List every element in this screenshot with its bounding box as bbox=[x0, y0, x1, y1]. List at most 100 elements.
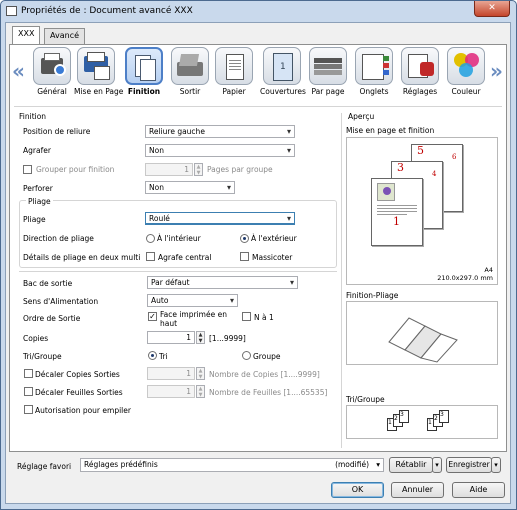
page-number-3: 3 bbox=[397, 161, 404, 174]
groupe-radio[interactable] bbox=[242, 351, 251, 360]
sens-select[interactable]: Auto bbox=[147, 294, 238, 307]
enregistrer-menu-button[interactable]: ▾ bbox=[491, 457, 501, 473]
grouper-input[interactable]: 1 bbox=[145, 163, 193, 176]
sort-page-icon: 3 bbox=[439, 410, 449, 423]
decaler-feuilles-input[interactable]: 1 bbox=[147, 385, 195, 398]
ribbon-couvertures-label: Couvertures bbox=[260, 87, 306, 96]
page-number-5: 5 bbox=[417, 144, 424, 157]
sortie-divider bbox=[19, 271, 337, 272]
ribbon-onglets-label: Onglets bbox=[359, 87, 389, 96]
face-label: Face imprimée en haut bbox=[160, 310, 227, 328]
ribbon-onglets[interactable]: Onglets bbox=[352, 47, 396, 96]
annuler-button[interactable]: Annuler bbox=[391, 482, 444, 498]
autorisation-checkbox[interactable] bbox=[24, 405, 33, 414]
tri-label: Tri/Groupe bbox=[23, 352, 62, 361]
ribbon-papier-label: Papier bbox=[222, 87, 246, 96]
copies-spinner[interactable]: ▲ ▼ bbox=[196, 331, 205, 344]
decaler-copies-label: Décaler Copies Sorties bbox=[35, 370, 120, 379]
pliage-section-title: Pliage bbox=[26, 197, 53, 206]
preview-divider bbox=[341, 113, 342, 448]
agrafer-select[interactable]: Non bbox=[145, 144, 295, 157]
pliage-select[interactable]: Roulé bbox=[145, 212, 295, 225]
ribbon-sortir[interactable]: Sortir bbox=[168, 47, 212, 96]
sens-label: Sens d'Alimentation bbox=[23, 297, 99, 306]
autorisation-label: Autorisation pour empiler bbox=[35, 406, 131, 415]
perforer-select[interactable]: Non bbox=[145, 181, 235, 194]
ribbon-reglages[interactable]: Réglages bbox=[398, 47, 442, 96]
fold-preview bbox=[346, 301, 498, 365]
direction-label: Direction de pliage bbox=[23, 234, 94, 243]
grouper-checkbox[interactable] bbox=[23, 165, 32, 174]
decaler-feuilles-label: Décaler Feuilles Sorties bbox=[35, 388, 123, 397]
agrafer-label: Agrafer bbox=[23, 146, 51, 155]
grouper-spinner[interactable]: ▲ ▼ bbox=[194, 163, 203, 176]
folded-paper-icon bbox=[388, 317, 458, 363]
sort-page-icon: 3 bbox=[399, 410, 409, 423]
paper-icon bbox=[215, 47, 253, 85]
na1-checkbox[interactable] bbox=[242, 312, 251, 321]
settings-icon bbox=[401, 47, 439, 85]
decaler-feuilles-checkbox[interactable] bbox=[24, 387, 33, 396]
decaler-copies-checkbox[interactable] bbox=[24, 369, 33, 378]
flower-image-icon bbox=[377, 183, 395, 201]
ribbon-divider bbox=[14, 106, 502, 107]
favori-select[interactable]: Réglages prédéfinis (modifié) ▾ bbox=[80, 458, 384, 472]
mise-label: Mise en page et finition bbox=[346, 126, 435, 135]
decaler-copies-spinner[interactable]: ▲ ▼ bbox=[196, 367, 205, 380]
bac-select[interactable]: Par défaut bbox=[147, 276, 298, 289]
agrafe-central-checkbox[interactable] bbox=[146, 252, 155, 261]
pliage-preview-label: Finition-Pliage bbox=[346, 291, 399, 300]
title-bar[interactable]: Propriétés de : Document avancé XXX ✕ bbox=[1, 1, 516, 23]
tab-avance[interactable]: Avancé bbox=[44, 28, 86, 44]
retablir-menu-button[interactable]: ▾ bbox=[432, 457, 442, 473]
dir-exterieur-radio[interactable] bbox=[240, 234, 249, 243]
ribbon-general[interactable]: Général bbox=[30, 47, 74, 96]
massicoter-checkbox[interactable] bbox=[240, 252, 249, 261]
decaler-copies-input[interactable]: 1 bbox=[147, 367, 195, 380]
close-button[interactable]: ✕ bbox=[474, 1, 510, 17]
dir-exterieur-label: À l'extérieur bbox=[251, 234, 297, 243]
copies-input[interactable]: 1 bbox=[147, 331, 195, 344]
massicoter-label: Massicoter bbox=[252, 253, 293, 262]
ribbon-par-page[interactable]: Par page bbox=[306, 47, 350, 96]
page-number-1: 1 bbox=[393, 215, 400, 228]
tri-radio[interactable] bbox=[148, 351, 157, 360]
layout-preview: 5 6 3 4 1 A4 210.0x297.0 mm bbox=[346, 137, 498, 285]
ribbon-couvertures[interactable]: 1 Couvertures bbox=[260, 47, 306, 96]
face-checkbox[interactable]: ✓ bbox=[148, 312, 157, 321]
position-select[interactable]: Reliure gauche bbox=[145, 125, 295, 138]
copies-range: [1...9999] bbox=[209, 334, 246, 343]
covers-icon: 1 bbox=[263, 47, 301, 85]
ribbon-couleur[interactable]: Couleur bbox=[444, 47, 488, 96]
aide-button[interactable]: Aide bbox=[452, 482, 505, 498]
page-number-6: 6 bbox=[452, 153, 457, 161]
modifie-label: (modifié) bbox=[335, 460, 369, 469]
decaler-copies-hint: Nombre de Copies [1....9999] bbox=[209, 370, 320, 379]
grouper-label: Grouper pour finition bbox=[36, 165, 115, 174]
tab-xxx[interactable]: XXX bbox=[12, 26, 41, 45]
ribbon-general-label: Général bbox=[37, 87, 67, 96]
ribbon-mise-en-page[interactable]: Mise en Page bbox=[74, 47, 124, 96]
ribbon-right-arrow-icon[interactable]: » bbox=[490, 59, 503, 83]
ribbon-left-arrow-icon[interactable]: « bbox=[12, 59, 25, 83]
ribbon-mise-en-page-label: Mise en Page bbox=[74, 87, 124, 96]
decaler-feuilles-hint: Nombre de Feuilles [1....65535] bbox=[209, 388, 328, 397]
general-icon bbox=[33, 47, 71, 85]
page-number-4: 4 bbox=[432, 170, 437, 178]
ribbon-couleur-label: Couleur bbox=[451, 87, 481, 96]
enregistrer-button[interactable]: Enregistrer bbox=[446, 457, 492, 473]
dir-interieur-radio[interactable] bbox=[146, 234, 155, 243]
retablir-button[interactable]: Rétablir bbox=[389, 457, 433, 473]
tri-opt-label: Tri bbox=[159, 352, 168, 361]
ribbon-finition-label: Finition bbox=[127, 87, 161, 96]
ribbon-par-page-label: Par page bbox=[311, 87, 345, 96]
window-title: Propriétés de : Document avancé XXX bbox=[21, 6, 193, 16]
ok-button[interactable]: OK bbox=[331, 482, 384, 498]
printer-app-icon bbox=[6, 6, 17, 16]
decaler-feuilles-spinner[interactable]: ▲ ▼ bbox=[196, 385, 205, 398]
ribbon-papier[interactable]: Papier bbox=[212, 47, 256, 96]
output-icon bbox=[171, 47, 209, 85]
ribbon-sortir-label: Sortir bbox=[179, 87, 201, 96]
ribbon-finition[interactable]: Finition bbox=[122, 47, 166, 96]
favori-value: Réglages prédéfinis bbox=[84, 460, 158, 469]
